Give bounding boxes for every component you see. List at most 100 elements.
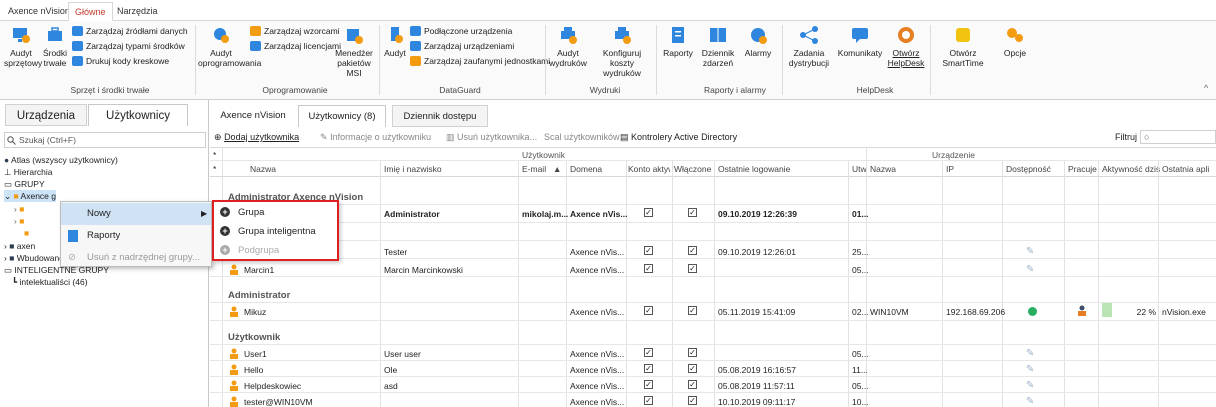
- menu-item-nowy[interactable]: Nowy ▶: [61, 203, 211, 225]
- submenu-item-grupa[interactable]: + Grupa: [214, 203, 337, 222]
- komunikaty-button[interactable]: Komunikaty: [836, 25, 884, 58]
- col-nazwa-urzadzenia[interactable]: Nazwa: [870, 164, 896, 174]
- grid-vline: [1064, 161, 1065, 407]
- collapse-ribbon-icon[interactable]: ^: [1204, 83, 1208, 93]
- row-6-wlaczone-checkbox[interactable]: ✓: [688, 364, 697, 373]
- row-3-wlaczone-checkbox[interactable]: ✓: [688, 264, 697, 273]
- menedzer-msi-button[interactable]: Menedżer pakietów MSI: [332, 25, 376, 78]
- row-6-name: Hello: [244, 365, 264, 375]
- dodaj-uzytkownika-button[interactable]: ⊕ Dodaj użytkownika: [214, 128, 299, 146]
- group-separator: [545, 25, 546, 95]
- tree-child-2[interactable]: › ■: [14, 215, 24, 227]
- tab-uzytkownicy[interactable]: Użytkownicy: [88, 104, 188, 126]
- audyt-wydrukow-button[interactable]: Audyt wydruków: [548, 25, 588, 68]
- search-input[interactable]: Szukaj (Ctrl+F): [4, 132, 206, 148]
- opcje-button[interactable]: Opcje: [998, 25, 1032, 58]
- row-5-konto-checkbox[interactable]: ✓: [644, 348, 653, 357]
- group-label-oprog: Oprogramowanie: [262, 85, 328, 95]
- col-nazwa[interactable]: Nazwa: [250, 164, 276, 174]
- row-3-fullname: Marcin Marcinkowski: [384, 265, 463, 275]
- zarzadzaj-zrodlami-button[interactable]: Zarządzaj źródłami danych: [72, 25, 188, 38]
- raporty-button[interactable]: Raporty: [660, 25, 696, 58]
- zarzadzaj-licencjami-button[interactable]: Zarządzaj licencjami: [250, 40, 341, 53]
- filter-input[interactable]: ○: [1140, 130, 1216, 144]
- alarmy-button[interactable]: Alarmy: [742, 25, 774, 58]
- tree-item-axen[interactable]: › ■ axen: [4, 240, 35, 252]
- kontrolery-ad-button[interactable]: ▤ Kontrolery Active Directory: [620, 128, 737, 146]
- package-gear-icon: [347, 29, 363, 44]
- tree-item-axence-glowna[interactable]: ⌄ ■ Axence główna: [4, 190, 56, 202]
- row-6-konto-checkbox[interactable]: ✓: [644, 364, 653, 373]
- konfiguruj-koszty-button[interactable]: Konfiguruj koszty wydruków: [594, 25, 650, 78]
- scal-button[interactable]: Scal użytkowników: [544, 128, 620, 146]
- tree-item-intelektualisci[interactable]: ┗ intelektualiści (46): [12, 276, 88, 288]
- row-2-konto-checkbox[interactable]: ✓: [644, 246, 653, 255]
- tree-item-wbudowane[interactable]: › ■ Wbudowane: [4, 252, 64, 264]
- tree-child-1[interactable]: › ■: [14, 203, 24, 215]
- tree-child-3[interactable]: ■: [24, 227, 29, 239]
- col-konto[interactable]: Konto aktyw: [628, 164, 670, 174]
- col-dostepnosc[interactable]: Dostępność: [1006, 164, 1064, 174]
- tree-item-hierarchia[interactable]: ⊥ Hierarchia: [4, 166, 53, 178]
- grid-vline: [848, 161, 849, 407]
- row-7-konto-checkbox[interactable]: ✓: [644, 380, 653, 389]
- row-4-domain: Axence nVis...: [570, 307, 625, 317]
- col-domena[interactable]: Domena: [570, 164, 602, 174]
- audyt-oprogramowania-button[interactable]: Audyt oprogramowania: [198, 25, 261, 68]
- srodki-trwale-button[interactable]: Środki trwałe: [40, 25, 70, 68]
- col-ip[interactable]: IP: [946, 164, 954, 174]
- podlaczone-urzadzenia-button[interactable]: Podłączone urządzenia: [410, 25, 512, 38]
- row-1-wlaczone-checkbox[interactable]: ✓: [688, 208, 697, 217]
- tab-narzedzia[interactable]: Narzędzia: [111, 2, 164, 21]
- zarzadzaj-urzadzeniami-button[interactable]: Zarządzaj urządzeniami: [410, 40, 514, 53]
- menu-item-raporty[interactable]: Raporty: [61, 225, 211, 247]
- col-pracuje[interactable]: Pracuje: [1068, 164, 1097, 174]
- row-8-konto-checkbox[interactable]: ✓: [644, 396, 653, 405]
- message-icon: [852, 28, 868, 43]
- tab-axence-nvision[interactable]: Axence nVision: [2, 2, 76, 21]
- col-email[interactable]: E-mail: [522, 164, 546, 174]
- row-2-domain: Axence nVis...: [570, 247, 625, 257]
- group-separator: [195, 25, 196, 95]
- row-5-wlaczone-checkbox[interactable]: ✓: [688, 348, 697, 357]
- col-utw[interactable]: Utw: [852, 164, 867, 174]
- tab-urzadzenia[interactable]: Urządzenia: [5, 104, 87, 126]
- col-ostatnia-aplikacja[interactable]: Ostatnia apli: [1162, 164, 1216, 174]
- informacje-button[interactable]: ✎ Informacje o użytkowniku: [320, 128, 431, 146]
- tree-item-grupy[interactable]: ▭ GRUPY: [4, 178, 45, 190]
- grid-line: [210, 160, 1216, 161]
- col-imie[interactable]: Imię i nazwisko: [384, 164, 442, 174]
- row-1-fullname: Administrator: [384, 209, 440, 219]
- otworz-helpdesk-button[interactable]: Otwórz HelpDesk: [886, 25, 926, 68]
- tab-dziennik-dostepu[interactable]: Dziennik dostępu: [392, 105, 488, 127]
- zarzadzaj-typami-button[interactable]: Zarządzaj typami środków: [72, 40, 185, 53]
- col-wlaczone[interactable]: Włączone: [674, 164, 711, 174]
- tree-item-atlas[interactable]: ● Atlas (wszyscy użytkownicy): [4, 154, 118, 166]
- submenu-item-grupa-inteligentna[interactable]: + Grupa inteligentna: [214, 222, 337, 241]
- row-3-konto-checkbox[interactable]: ✓: [644, 264, 653, 273]
- row-8-wlaczone-checkbox[interactable]: ✓: [688, 396, 697, 405]
- usun-uzytkownika-button[interactable]: ▥ Usuń użytkownika...: [446, 128, 537, 146]
- col-aktywnosc[interactable]: Aktywność dziś: [1102, 164, 1160, 174]
- row-2-wlaczone-checkbox[interactable]: ✓: [688, 246, 697, 255]
- submenu-item-podgrupa[interactable]: + Podgrupa: [214, 241, 337, 260]
- audyt-sprzetowy-button[interactable]: Audyt sprzętowy: [4, 25, 42, 68]
- menu-item-usun-z-grupy[interactable]: ⊘ Usuń z nadrzędnej grupy...: [61, 247, 211, 269]
- zadania-dystrybucji-button[interactable]: Zadania dystrybucji: [786, 25, 832, 68]
- row-7-wlaczone-checkbox[interactable]: ✓: [688, 380, 697, 389]
- row-4-konto-checkbox[interactable]: ✓: [644, 306, 653, 315]
- tab-glowne[interactable]: Główne: [68, 2, 113, 21]
- row-4-wlaczone-checkbox[interactable]: ✓: [688, 306, 697, 315]
- tab-uzytkownicy-content[interactable]: Użytkownicy (8): [298, 105, 386, 127]
- drukuj-kody-button[interactable]: Drukuj kody kreskowe: [72, 55, 169, 68]
- grid-vline: [626, 161, 627, 407]
- tab-axence-nvision-content[interactable]: Axence nVision: [216, 105, 290, 127]
- row-1-konto-checkbox[interactable]: ✓: [644, 208, 653, 217]
- zarzadzaj-wzorcami-button[interactable]: Zarządzaj wzorcami: [250, 25, 340, 38]
- col-ostatnie-logowanie[interactable]: Ostatnie logowanie: [718, 164, 790, 174]
- dziennik-zdarzen-button[interactable]: Dziennik zdarzeń: [698, 25, 738, 68]
- otworz-smarttime-button[interactable]: Otwórz SmartTime: [934, 25, 992, 68]
- zarzadzaj-zaufanymi-button[interactable]: Zarządzaj zaufanymi jednostkami: [410, 55, 550, 68]
- row-4-device: WIN10VM: [870, 307, 909, 317]
- audyt-button[interactable]: Audyt: [382, 25, 408, 58]
